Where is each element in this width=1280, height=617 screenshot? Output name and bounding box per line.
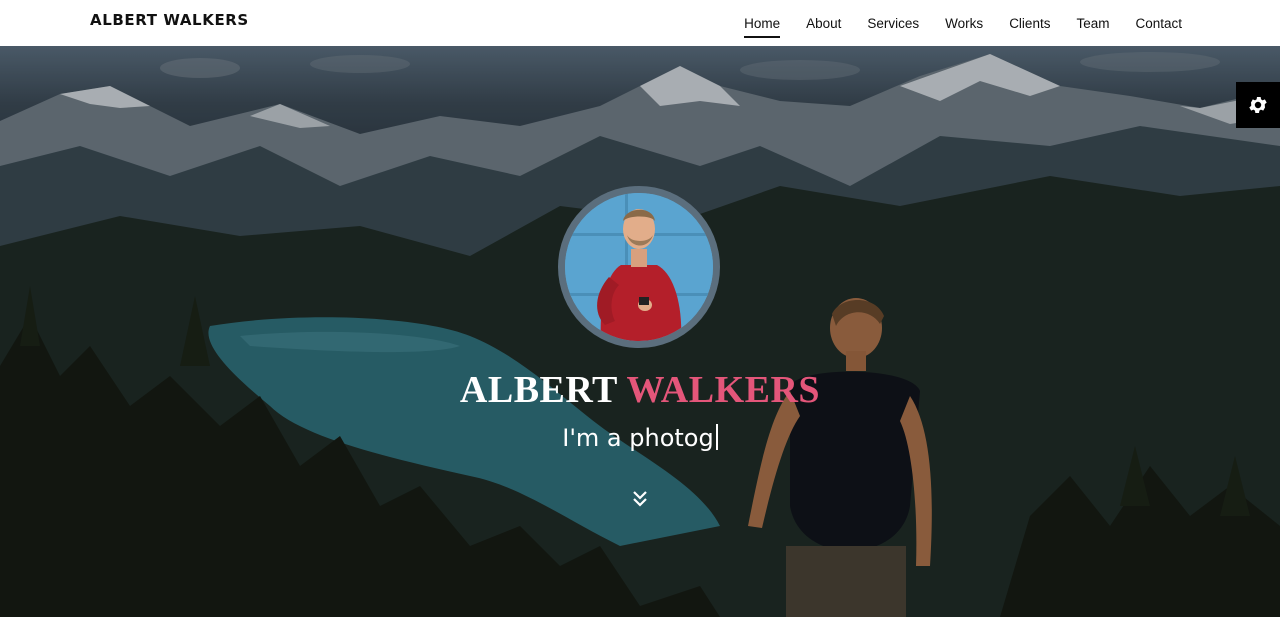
navbar: ALBERT WALKERS Home About Services Works… [0,0,1280,46]
nav-team[interactable]: Team [1076,12,1109,35]
nav-services[interactable]: Services [867,12,919,35]
hero-name: ALBERT WALKERS [0,368,1280,412]
brand-logo[interactable]: ALBERT WALKERS [90,11,249,29]
double-chevron-down-icon [633,491,647,507]
profile-avatar [558,186,720,348]
main-nav: Home About Services Works Clients Team C… [718,0,1182,46]
nav-contact[interactable]: Contact [1135,12,1182,35]
scroll-down-button[interactable] [631,490,649,508]
typing-cursor [715,424,718,450]
hero-tagline: I'm a photog [0,424,1280,452]
tagline-text: I'm a photog [562,424,714,452]
hero-name-last: WALKERS [626,369,821,411]
nav-home[interactable]: Home [744,12,781,38]
hero-section: ALBERT WALKERS I'm a photog [0,46,1280,617]
nav-about[interactable]: About [806,12,841,35]
hero-name-first: ALBERT [459,369,618,411]
profile-photo [565,193,713,341]
nav-works[interactable]: Works [945,12,983,35]
gear-icon [1249,97,1267,113]
settings-button[interactable] [1236,82,1280,128]
nav-clients[interactable]: Clients [1009,12,1050,35]
